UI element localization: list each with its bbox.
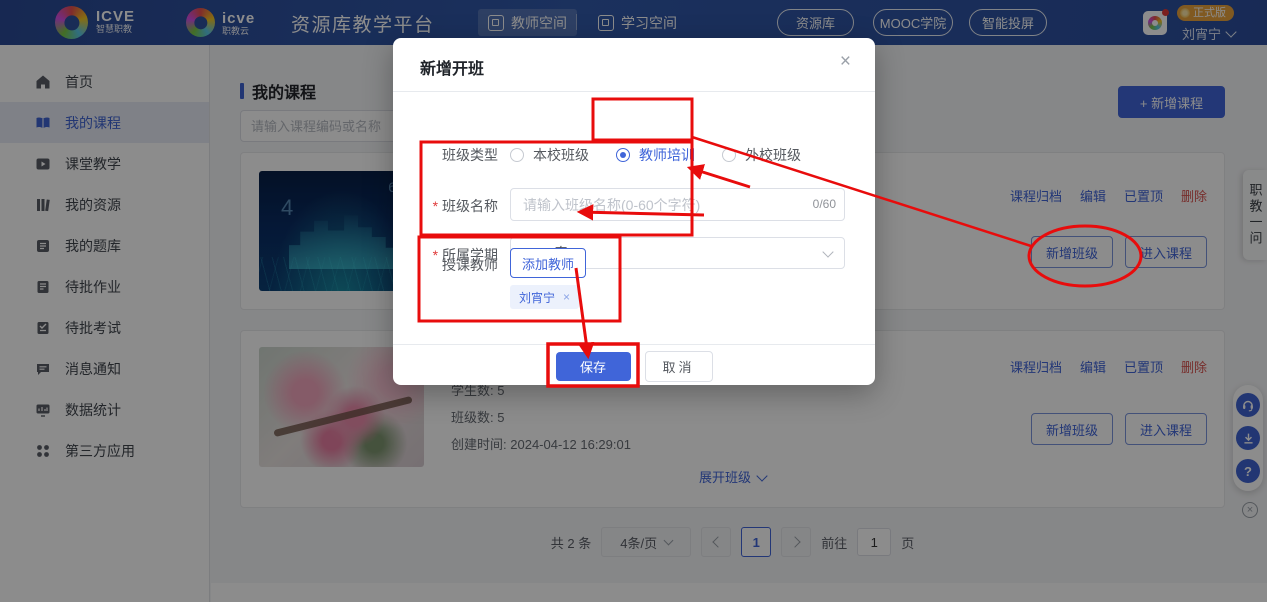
radio-own-school-class[interactable]: 本校班级 (510, 145, 589, 165)
char-counter: 0/60 (813, 197, 836, 211)
class-type-label: 班级类型 (413, 141, 498, 169)
modal-footer: 保存 取消 (393, 344, 875, 385)
add-class-modal: 新增开班 × 班级类型 本校班级 教师培训 外校班级 班级名称 0/60 所属学… (393, 38, 875, 385)
app-screen: ICVE 智慧职教 icve 职教云 资源库教学平台 教师空间 学习空间 资源库… (0, 0, 1267, 602)
radio-icon (722, 148, 736, 162)
radio-external-school-class[interactable]: 外校班级 (722, 145, 801, 165)
teacher-tag: 刘宵宁 × (510, 285, 579, 309)
cancel-button[interactable]: 取消 (645, 351, 713, 382)
class-name-field: 0/60 (510, 188, 845, 221)
modal-header: 新增开班 × (393, 38, 875, 92)
radio-teacher-training[interactable]: 教师培训 (616, 145, 695, 165)
class-name-label: 班级名称 (413, 196, 498, 216)
class-name-input[interactable] (510, 188, 845, 221)
radio-icon-selected (616, 148, 630, 162)
teacher-label: 授课教师 (413, 255, 498, 275)
radio-icon (510, 148, 524, 162)
close-icon[interactable]: × (840, 52, 851, 71)
class-type-radio-group: 本校班级 教师培训 外校班级 (510, 141, 828, 169)
chevron-down-icon (822, 246, 833, 257)
add-teacher-button[interactable]: 添加教师 (510, 248, 586, 278)
modal-title: 新增开班 (420, 55, 484, 79)
save-button[interactable]: 保存 (556, 352, 631, 381)
tag-remove-icon[interactable]: × (563, 290, 570, 304)
